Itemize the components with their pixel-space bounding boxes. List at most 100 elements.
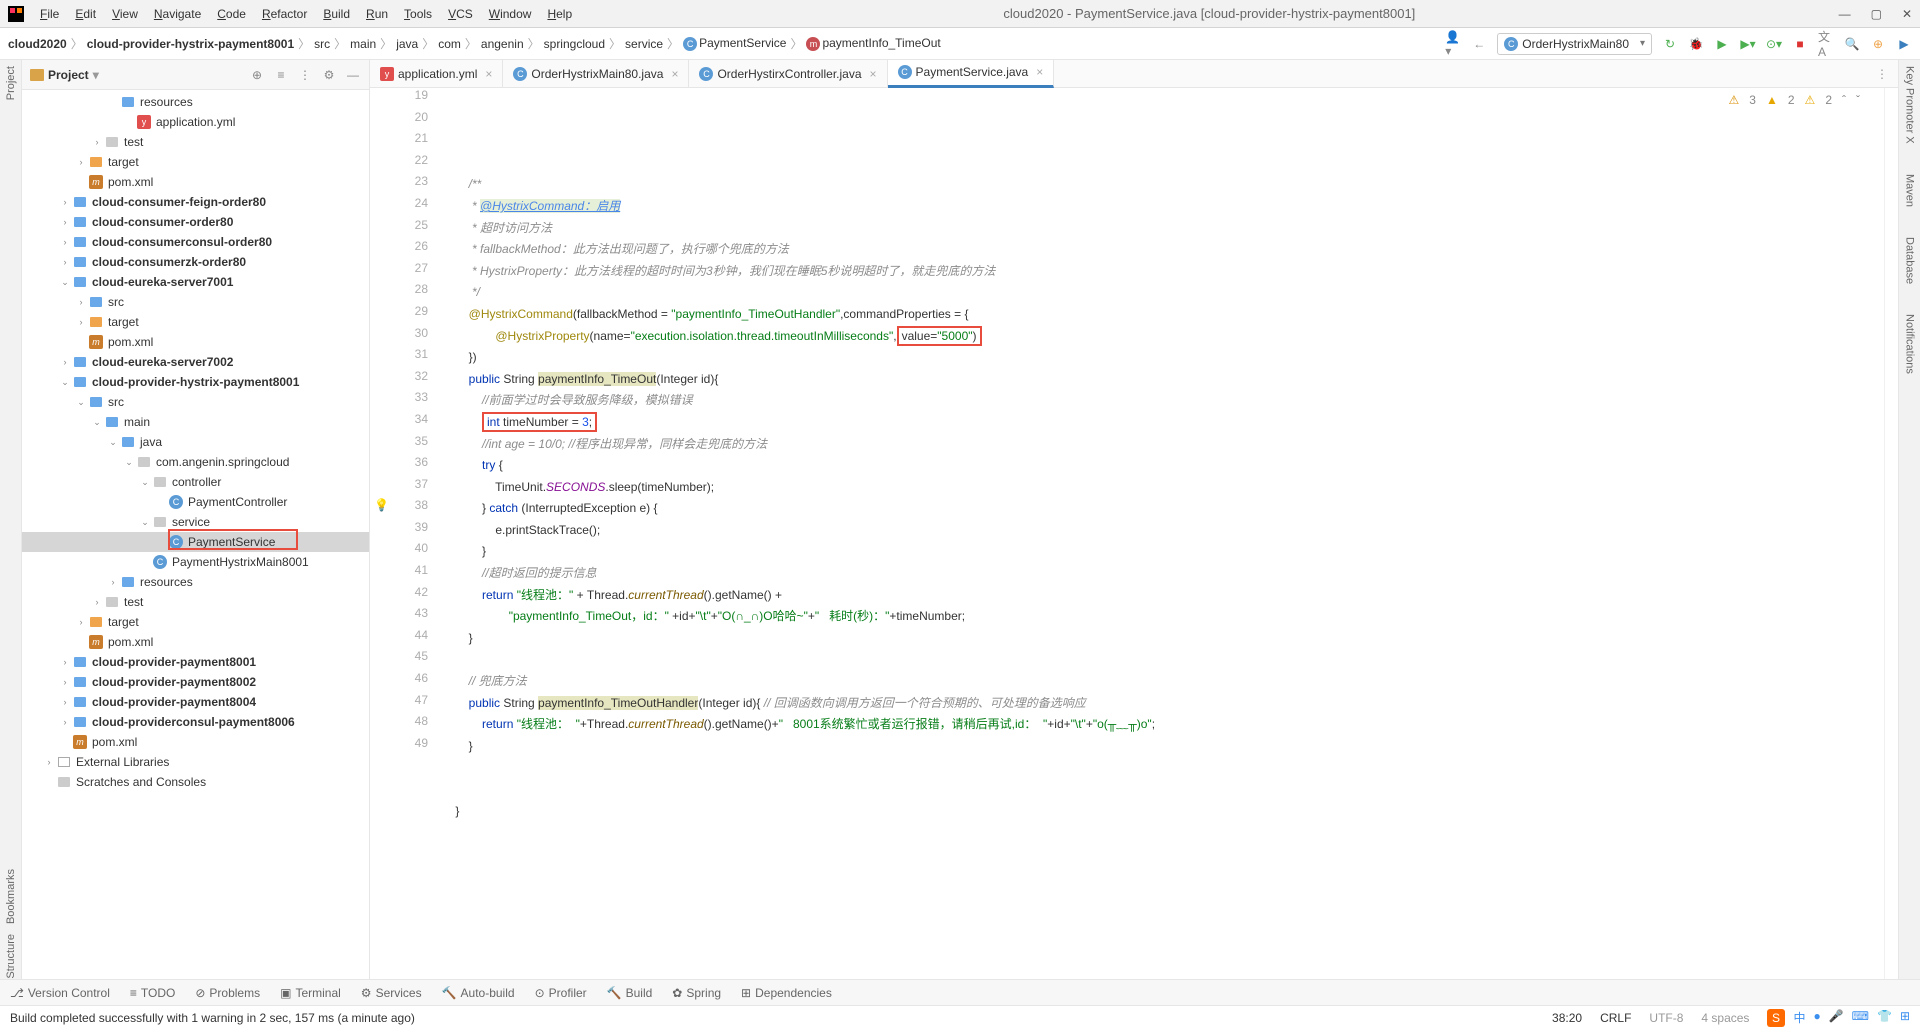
tree-item[interactable]: ›cloud-providerconsul-payment8006 [22, 712, 369, 732]
panel-build[interactable]: 🔨Build [607, 986, 653, 1000]
crumb-1[interactable]: cloud-provider-hystrix-payment8001 [87, 37, 294, 51]
tree-item[interactable]: ›test [22, 132, 369, 152]
tree-item[interactable]: ›External Libraries [22, 752, 369, 772]
tab-OrderHystrixMain80.java[interactable]: COrderHystrixMain80.java× [503, 60, 689, 88]
menu-help[interactable]: Help [539, 5, 580, 23]
tree-item[interactable]: ›target [22, 152, 369, 172]
crumb-4[interactable]: java [396, 37, 418, 51]
tool-bookmarks[interactable]: Bookmarks [5, 869, 17, 924]
tree-item[interactable]: CPaymentController [22, 492, 369, 512]
run-config-combo[interactable]: COrderHystrixMain80 [1497, 33, 1652, 55]
tree-item[interactable]: mpom.xml [22, 172, 369, 192]
menu-build[interactable]: Build [315, 5, 358, 23]
crumb-6[interactable]: angenin [481, 37, 524, 51]
tree-item[interactable]: ›cloud-consumerconsul-order80 [22, 232, 369, 252]
tree-item[interactable]: ⌄main [22, 412, 369, 432]
tool-keypromoter[interactable]: Key Promoter X [1904, 66, 1916, 144]
menu-window[interactable]: Window [481, 5, 540, 23]
tree-item[interactable]: mpom.xml [22, 732, 369, 752]
search-icon[interactable]: 🔍 [1844, 36, 1860, 52]
expand-icon[interactable]: ≡ [273, 67, 289, 83]
profile-icon[interactable]: ⊙▾ [1766, 36, 1782, 52]
tool-notifications[interactable]: Notifications [1904, 314, 1916, 374]
minimize-icon[interactable]: — [1839, 7, 1851, 21]
tree-item[interactable]: mpom.xml [22, 632, 369, 652]
indent[interactable]: 4 spaces [1701, 1011, 1749, 1025]
close-tab-icon[interactable]: × [671, 67, 678, 81]
panel-version-control[interactable]: ⎇Version Control [10, 986, 110, 1000]
caret-pos[interactable]: 38:20 [1552, 1011, 1582, 1025]
locate-icon[interactable]: ⊕ [249, 67, 265, 83]
panel-terminal[interactable]: ▣Terminal [280, 986, 341, 1000]
tree-item[interactable]: ›cloud-consumerzk-order80 [22, 252, 369, 272]
dot-icon[interactable]: ● [1813, 1009, 1820, 1027]
crumb-9[interactable]: CPaymentService [683, 36, 786, 51]
menu-file[interactable]: File [32, 5, 67, 23]
close-tab-icon[interactable]: × [485, 67, 492, 81]
tree-item[interactable]: ⌄controller [22, 472, 369, 492]
run-play-icon[interactable]: ▶ [1714, 36, 1730, 52]
maximize-icon[interactable]: ▢ [1871, 7, 1882, 21]
grid-icon[interactable]: ⊞ [1900, 1009, 1910, 1027]
tree-item[interactable]: mpom.xml [22, 332, 369, 352]
tree-item[interactable]: CPaymentHystrixMain8001 [22, 552, 369, 572]
tree-item[interactable]: ›test [22, 592, 369, 612]
shirt-icon[interactable]: 👕 [1877, 1009, 1892, 1027]
menu-code[interactable]: Code [209, 5, 254, 23]
collapse-icon[interactable]: ⋮ [297, 67, 313, 83]
xliff-icon[interactable]: 文A [1818, 36, 1834, 52]
crumb-0[interactable]: cloud2020 [8, 37, 67, 51]
line-separator[interactable]: CRLF [1600, 1011, 1631, 1025]
crumb-5[interactable]: com [438, 37, 461, 51]
tree-item[interactable]: ›cloud-consumer-feign-order80 [22, 192, 369, 212]
tool-project[interactable]: Project [5, 66, 17, 100]
panel-dependencies[interactable]: ⊞Dependencies [741, 986, 832, 1000]
coverage-icon[interactable]: ▶▾ [1740, 36, 1756, 52]
crumb-2[interactable]: src [314, 37, 330, 51]
tree-item[interactable]: ›src [22, 292, 369, 312]
file-encoding[interactable]: UTF-8 [1649, 1011, 1683, 1025]
panel-services[interactable]: ⚙Services [361, 986, 422, 1000]
tree-item[interactable]: ›resources [22, 572, 369, 592]
user-icon[interactable]: 👤▾ [1445, 36, 1461, 52]
panel-problems[interactable]: ⊘Problems [195, 986, 260, 1000]
menu-refactor[interactable]: Refactor [254, 5, 315, 23]
panel-auto-build[interactable]: 🔨Auto-build [442, 986, 515, 1000]
tab-application.yml[interactable]: yapplication.yml× [370, 60, 503, 88]
hide-icon[interactable]: — [345, 67, 361, 83]
tree-item[interactable]: ⌄service [22, 512, 369, 532]
tab-PaymentService.java[interactable]: CPaymentService.java× [888, 60, 1055, 88]
run-icon[interactable]: ↻ [1662, 36, 1678, 52]
panel-todo[interactable]: ≡TODO [130, 986, 175, 1000]
mic-icon[interactable]: 🎤 [1829, 1009, 1844, 1027]
tree-item[interactable]: ⌄com.angenin.springcloud [22, 452, 369, 472]
tree-item[interactable]: ⌄java [22, 432, 369, 452]
tree-item[interactable]: Scratches and Consoles [22, 772, 369, 792]
scrollbar[interactable] [1884, 88, 1898, 979]
tree-item[interactable]: ›cloud-eureka-server7002 [22, 352, 369, 372]
tool-maven[interactable]: Maven [1904, 174, 1916, 207]
tree-item[interactable]: CPaymentService [22, 532, 369, 552]
crumb-7[interactable]: springcloud [544, 37, 605, 51]
tabs-overflow-icon[interactable]: ⋮ [1866, 67, 1898, 81]
tree-item[interactable]: ⌄cloud-provider-hystrix-payment8001 [22, 372, 369, 392]
close-icon[interactable]: ✕ [1902, 7, 1912, 21]
add-icon[interactable]: ⊕ [1870, 36, 1886, 52]
gear-icon[interactable]: ⚙ [321, 67, 337, 83]
crumb-10[interactable]: mpaymentInfo_TimeOut [806, 36, 940, 51]
panel-spring[interactable]: ✿Spring [672, 986, 721, 1000]
close-tab-icon[interactable]: × [1036, 65, 1043, 79]
menu-navigate[interactable]: Navigate [146, 5, 209, 23]
crumb-3[interactable]: main [350, 37, 376, 51]
tree-item[interactable]: ›cloud-provider-payment8004 [22, 692, 369, 712]
tree-item[interactable]: ›cloud-provider-payment8002 [22, 672, 369, 692]
nav-back-icon[interactable]: ← [1471, 36, 1487, 52]
tree-item[interactable]: yapplication.yml [22, 112, 369, 132]
project-tree[interactable]: resourcesyapplication.yml›test›targetmpo… [22, 90, 369, 979]
keyboard-icon[interactable]: ⌨ [1852, 1009, 1869, 1027]
menu-edit[interactable]: Edit [67, 5, 104, 23]
tree-item[interactable]: ›cloud-provider-payment8001 [22, 652, 369, 672]
tool-structure[interactable]: Structure [5, 934, 17, 979]
breadcrumb[interactable]: cloud2020〉cloud-provider-hystrix-payment… [8, 35, 941, 52]
tree-item[interactable]: ⌄src [22, 392, 369, 412]
